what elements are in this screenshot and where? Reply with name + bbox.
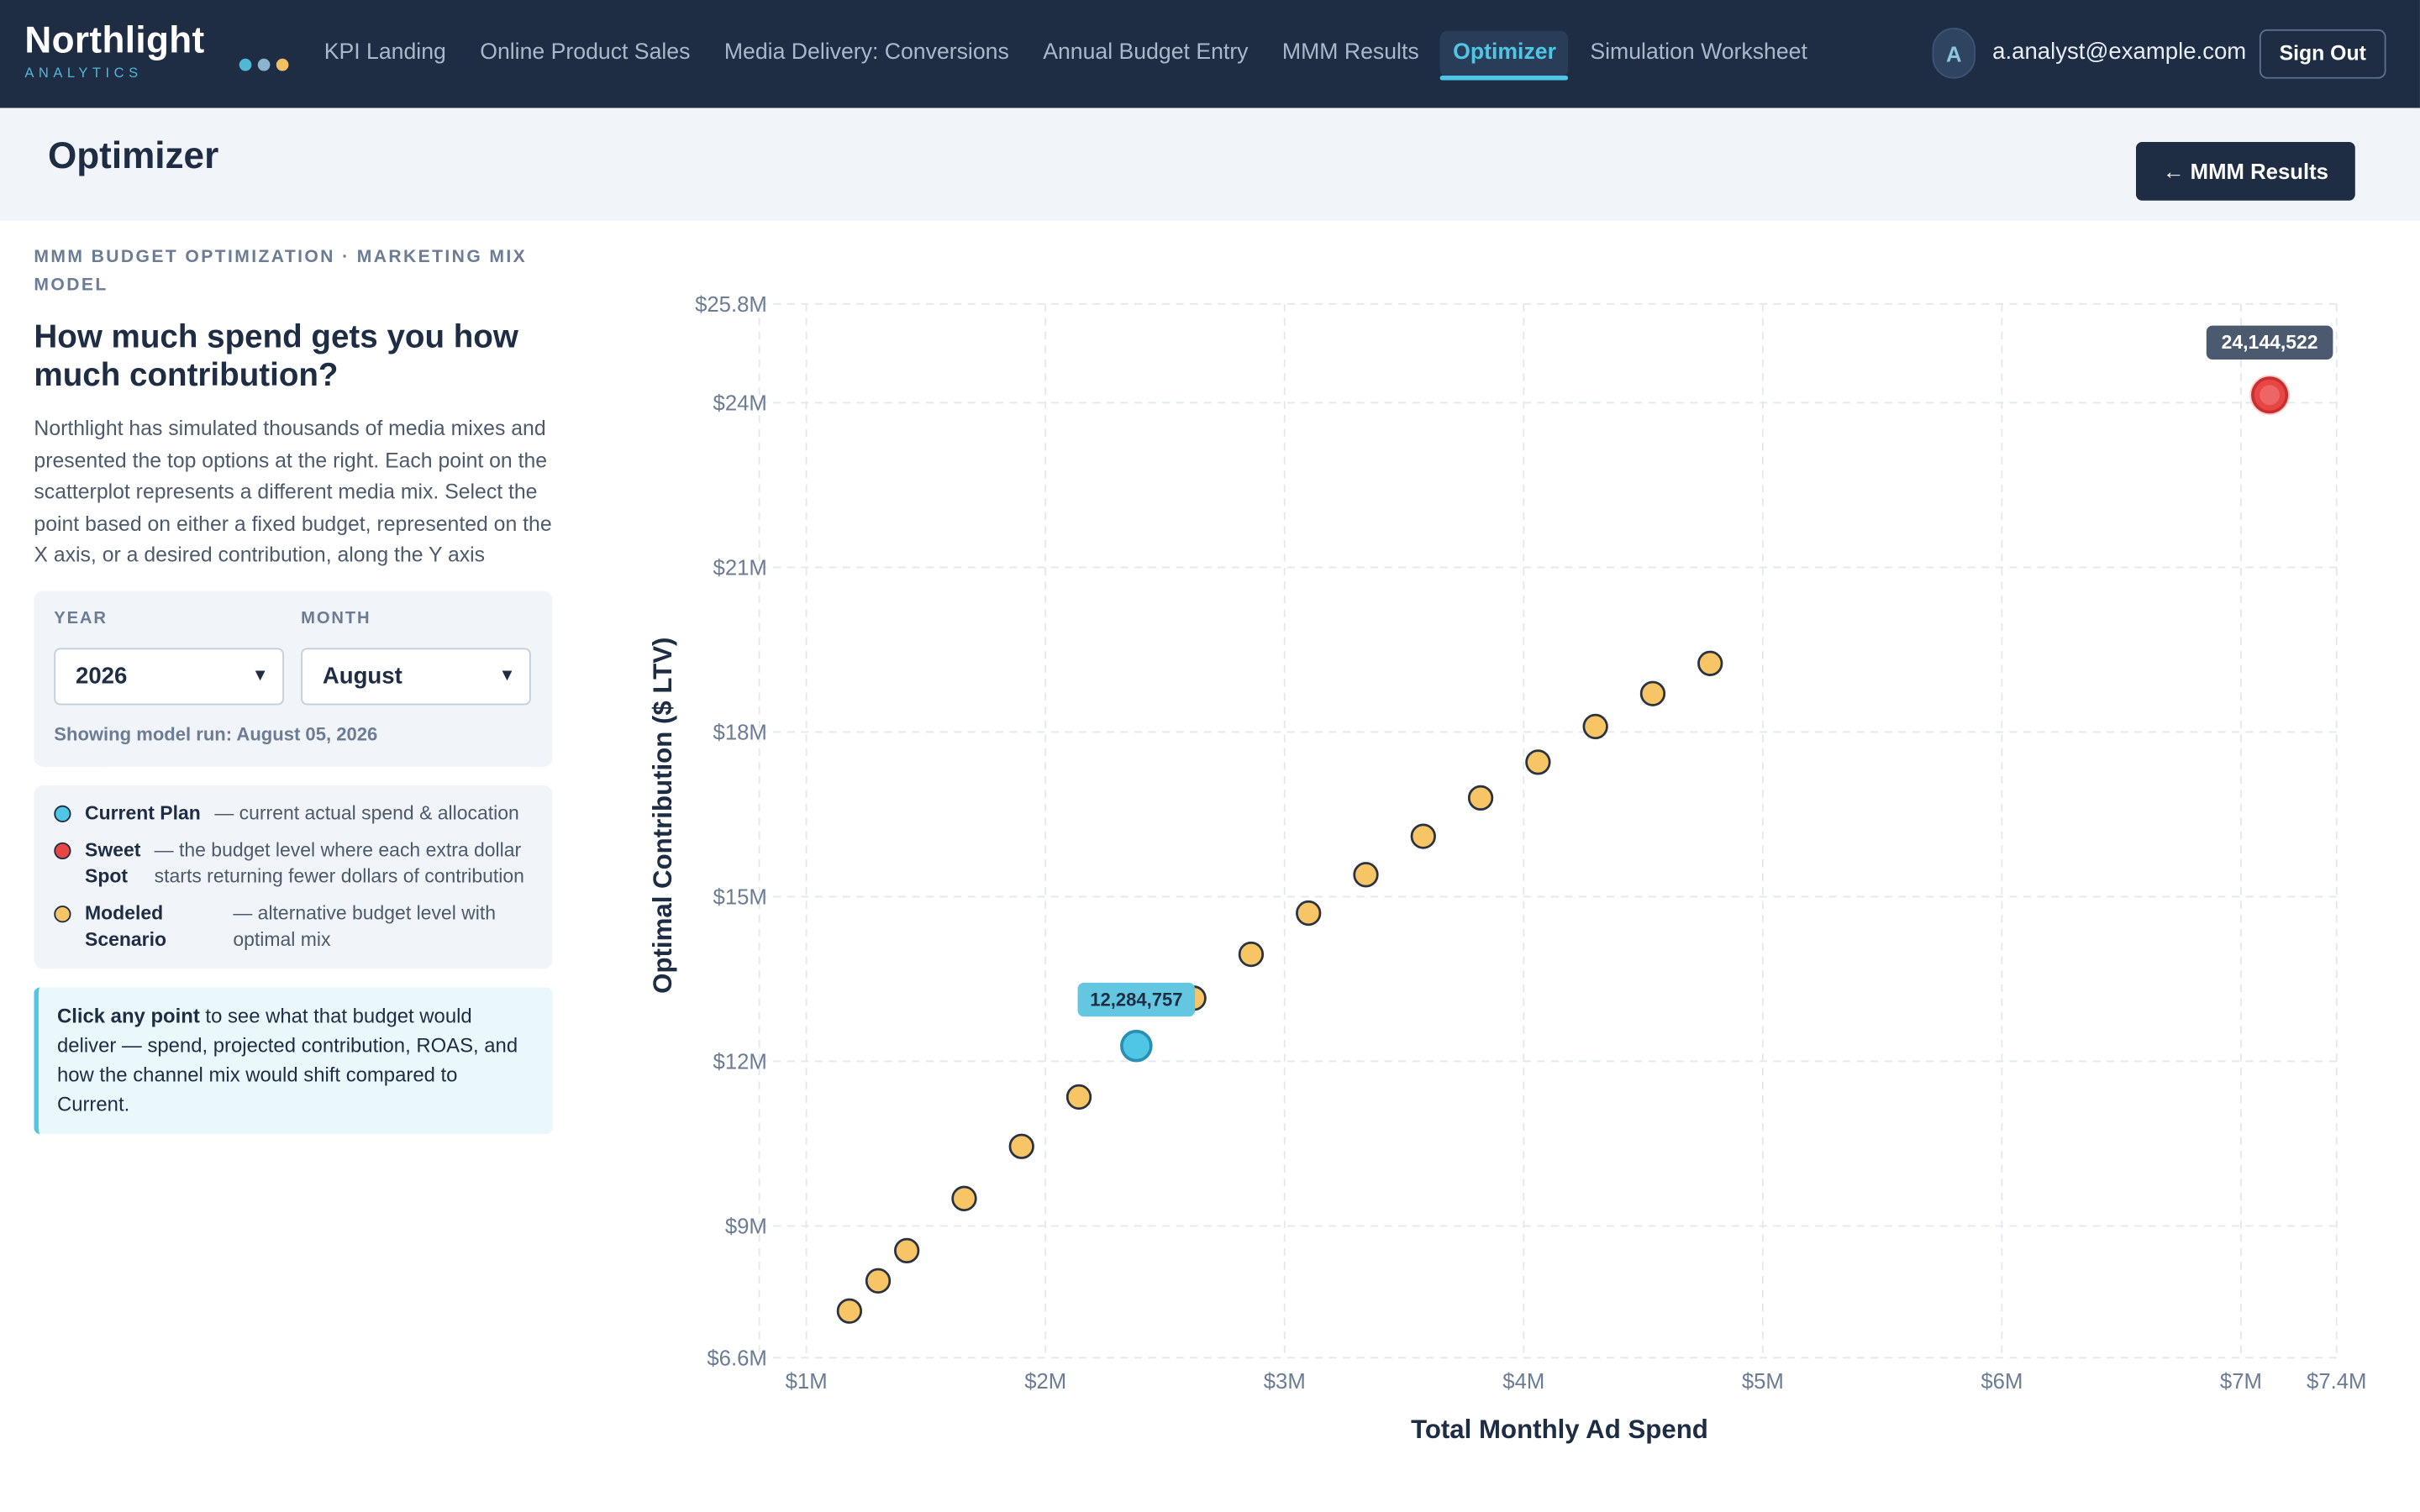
modeled-scenario-point [1467,785,1494,811]
top-navigation-bar: Northlight ANALYTICS KPI Landing Online … [0,0,2420,108]
click-hint-bold: Click any point [56,1003,200,1027]
nav-item-simulation-worksheet[interactable]: Simulation Worksheet [1578,31,1820,77]
legend-name: Modeled Scenario [85,901,167,950]
main-nav: KPI Landing Online Product Sales Media D… [312,30,1829,81]
avatar[interactable]: A [1932,28,1975,79]
year-label: YEAR [54,608,108,627]
sweet-spot-marker-icon [54,841,71,859]
sign-out-button[interactable]: Sign Out [2259,29,2386,79]
chevron-down-icon: ▼ [251,665,269,685]
y-tick-label: $12M [713,1051,767,1074]
y-tick-label: $6.6M [707,1347,766,1370]
brand-dots [239,58,289,71]
section-eyebrow: MMM BUDGET OPTIMIZATION · MARKETING MIX … [34,248,528,295]
y-tick-label: $18M [713,722,767,745]
year-select-value: 2026 [75,662,128,690]
modeled-scenario-point [951,1185,977,1211]
brand-dot [239,58,252,71]
modeled-scenario-point [865,1268,892,1294]
month-select-value: August [322,662,402,690]
modeled-scenario-point [894,1237,920,1264]
modeled-scenario-point [1296,900,1322,927]
y-tick-label: $9M [725,1215,767,1239]
sidebar-description: Northlight has simulated thousands of me… [34,416,552,567]
x-axis-title: Total Monthly Ad Spend [1411,1415,1708,1444]
x-tick-label: $1M [786,1370,828,1394]
y-tick-label: $21M [713,557,767,580]
legend-item-modeled-scenario: Modeled Scenario — alternative budget le… [54,900,532,953]
legend-item-current-plan: Current Plan — current actual spend & al… [54,800,532,826]
optimizer-scatter-chart[interactable]: $1M $2M $3M $4M $5M $6M $7M $7.4M $6.6M $9M $12M $1… [633,270,2420,1457]
legend-name: Current Plan [85,801,201,823]
sweet-spot-inner [2260,385,2281,406]
current-plan-point [1120,1029,1153,1063]
nav-item-kpi-landing[interactable]: KPI Landing [312,31,459,77]
brand-dot [276,58,289,71]
modeled-scenario-point [1525,749,1551,775]
nav-item-media-delivery-conversions[interactable]: Media Delivery: Conversions [712,31,1021,77]
current-plan-label: 12,284,757 [1090,989,1182,1010]
legend-name: Sweet Spot [85,838,141,887]
nav-item-mmm-results[interactable]: MMM Results [1270,31,1431,77]
click-hint: Click any point to see what that budget … [34,986,553,1134]
nav-item-online-product-sales[interactable]: Online Product Sales [468,31,703,77]
year-select[interactable]: 2026 ▼ [54,647,284,705]
back-to-mmm-results-button[interactable]: ← MMM Results [2135,141,2355,201]
nav-item-optimizer[interactable]: Optimizer [1440,30,1569,81]
brand-name: Northlight [24,19,205,62]
page-title: Optimizer [47,135,219,178]
modeled-scenario-point [1238,941,1265,968]
nav-item-annual-budget-entry[interactable]: Annual Budget Entry [1031,31,1261,77]
y-tick-label: $25.8M [695,293,767,317]
x-tick-label: $4M [1502,1370,1544,1394]
sidebar: MMM BUDGET OPTIMIZATION · MARKETING MIX … [34,244,553,1134]
x-tick-label: $5M [1742,1370,1784,1394]
modeled-scenario-point [1697,650,1723,676]
brand-subtitle: ANALYTICS [24,65,143,81]
modeled-scenario-point [836,1298,863,1324]
filters-panel: YEAR MONTH 2026 ▼ August ▼ Showing model… [34,590,553,766]
x-tick-label: $2M [1024,1370,1066,1394]
current-plan-marker-icon [54,804,71,822]
modeled-scenario-point [1582,713,1608,740]
brand-logo[interactable]: Northlight ANALYTICS [24,20,204,81]
x-tick-label: $6M [1981,1370,2023,1394]
brand-dot [257,58,271,71]
month-label: MONTH [301,608,371,627]
legend-description: — alternative budget level with optimal … [233,901,497,950]
modeled-scenario-point [1065,1084,1092,1110]
y-axis-title: Optimal Contribution ($ LTV) [648,638,677,994]
y-tick-label: $15M [713,886,767,910]
page-header: Optimizer ← MMM Results [0,108,2420,221]
legend-panel: Current Plan — current actual spend & al… [34,784,553,969]
modeled-scenario-point [1008,1133,1034,1159]
month-select[interactable]: August ▼ [301,647,531,705]
y-tick-label: $24M [713,392,767,416]
modeled-scenario-point [1353,862,1379,888]
sweet-spot-label: 24,144,522 [2222,331,2318,353]
user-email: a.analyst@example.com [1992,38,2247,66]
model-run-info: Showing model run: August 05, 2026 [54,722,378,745]
modeled-scenario-point [1639,680,1666,706]
sidebar-heading: How much spend gets you how much contrib… [34,319,518,394]
legend-item-sweet-spot: Sweet Spot — the budget level where each… [54,837,532,889]
modeled-scenario-point [1410,823,1436,849]
chevron-down-icon: ▼ [498,665,516,685]
x-tick-label: $7M [2220,1370,2262,1394]
legend-description: — the budget level where each extra doll… [154,838,524,887]
x-tick-label: $3M [1264,1370,1306,1394]
modeled-scenario-marker-icon [54,905,71,922]
legend-description: — current actual spend & allocation [214,801,519,823]
x-tick-label: $7.4M [2307,1370,2366,1394]
